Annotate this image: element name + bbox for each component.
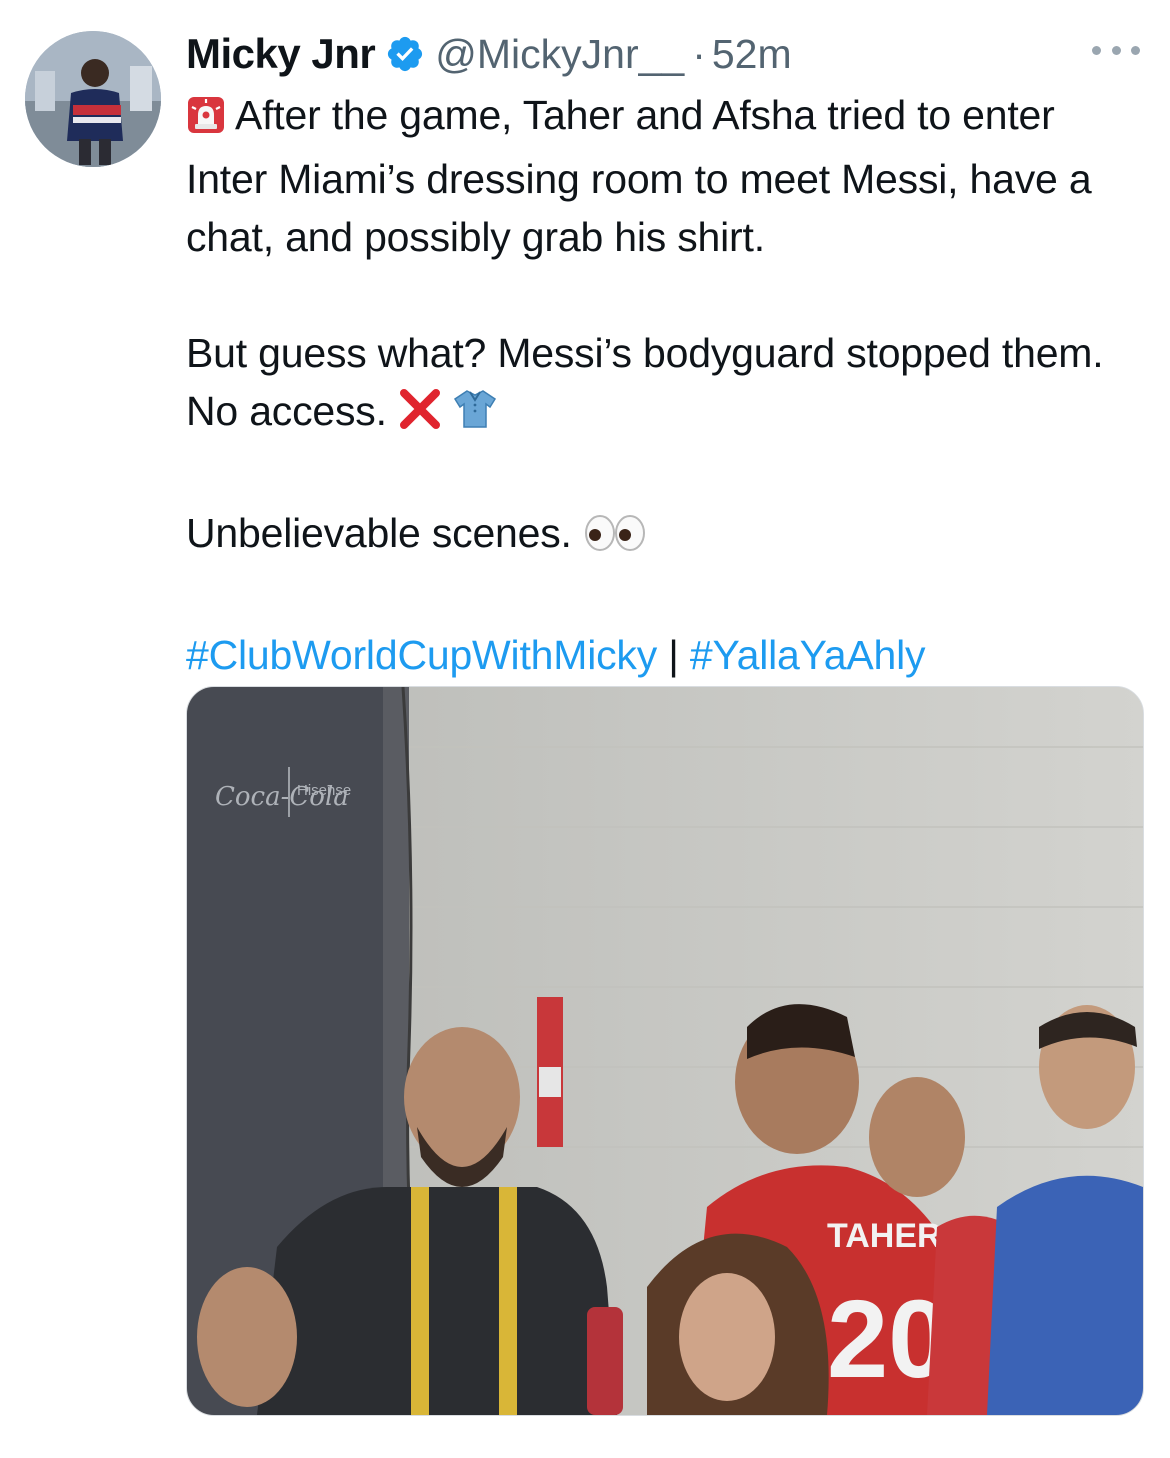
- photo-scene: Coca-Cola Hisense TAHER 20: [187, 687, 1143, 1415]
- tweet-header: Micky Jnr @MickyJnr__ · 52m: [186, 26, 792, 82]
- hashtag-separator: |: [668, 632, 679, 678]
- avatar[interactable]: [25, 31, 161, 167]
- tweet-paragraph-3: Unbelievable scenes.: [186, 504, 1146, 568]
- sign-brand-2: Hisense: [297, 782, 351, 799]
- header-separator: ·: [692, 30, 706, 77]
- tweet-text-line-2: But guess what? Messi’s bodyguard stoppe…: [186, 330, 1104, 434]
- siren-icon: [186, 92, 226, 150]
- hashtag-link-2[interactable]: #YallaYaAhly: [690, 632, 926, 678]
- avatar-image: [25, 31, 161, 167]
- more-options-icon[interactable]: [1092, 40, 1140, 60]
- verified-badge-icon: [385, 34, 425, 74]
- eyes-icon: [583, 510, 647, 568]
- author-handle[interactable]: @MickyJnr__: [435, 31, 684, 78]
- tweet-text-line-1: After the game, Taher and Afsha tried to…: [186, 92, 1092, 260]
- jersey-name: TAHER: [827, 1217, 942, 1255]
- display-name[interactable]: Micky Jnr: [186, 30, 376, 78]
- tweet-timestamp[interactable]: 52m: [712, 31, 792, 78]
- tweet-body: After the game, Taher and Afsha tried to…: [186, 86, 1146, 684]
- cross-mark-icon: [398, 387, 442, 446]
- shirt-icon: [453, 387, 497, 446]
- tweet-hashtags: #ClubWorldCupWithMicky | #YallaYaAhly: [186, 626, 1146, 684]
- tweet-paragraph-1: After the game, Taher and Afsha tried to…: [186, 86, 1146, 266]
- tweet-media-photo[interactable]: Coca-Cola Hisense TAHER 20: [186, 686, 1144, 1416]
- tweet-text-line-3: Unbelievable scenes.: [186, 510, 572, 556]
- hashtag-link-1[interactable]: #ClubWorldCupWithMicky: [186, 632, 657, 678]
- tweet-paragraph-2: But guess what? Messi’s bodyguard stoppe…: [186, 324, 1146, 446]
